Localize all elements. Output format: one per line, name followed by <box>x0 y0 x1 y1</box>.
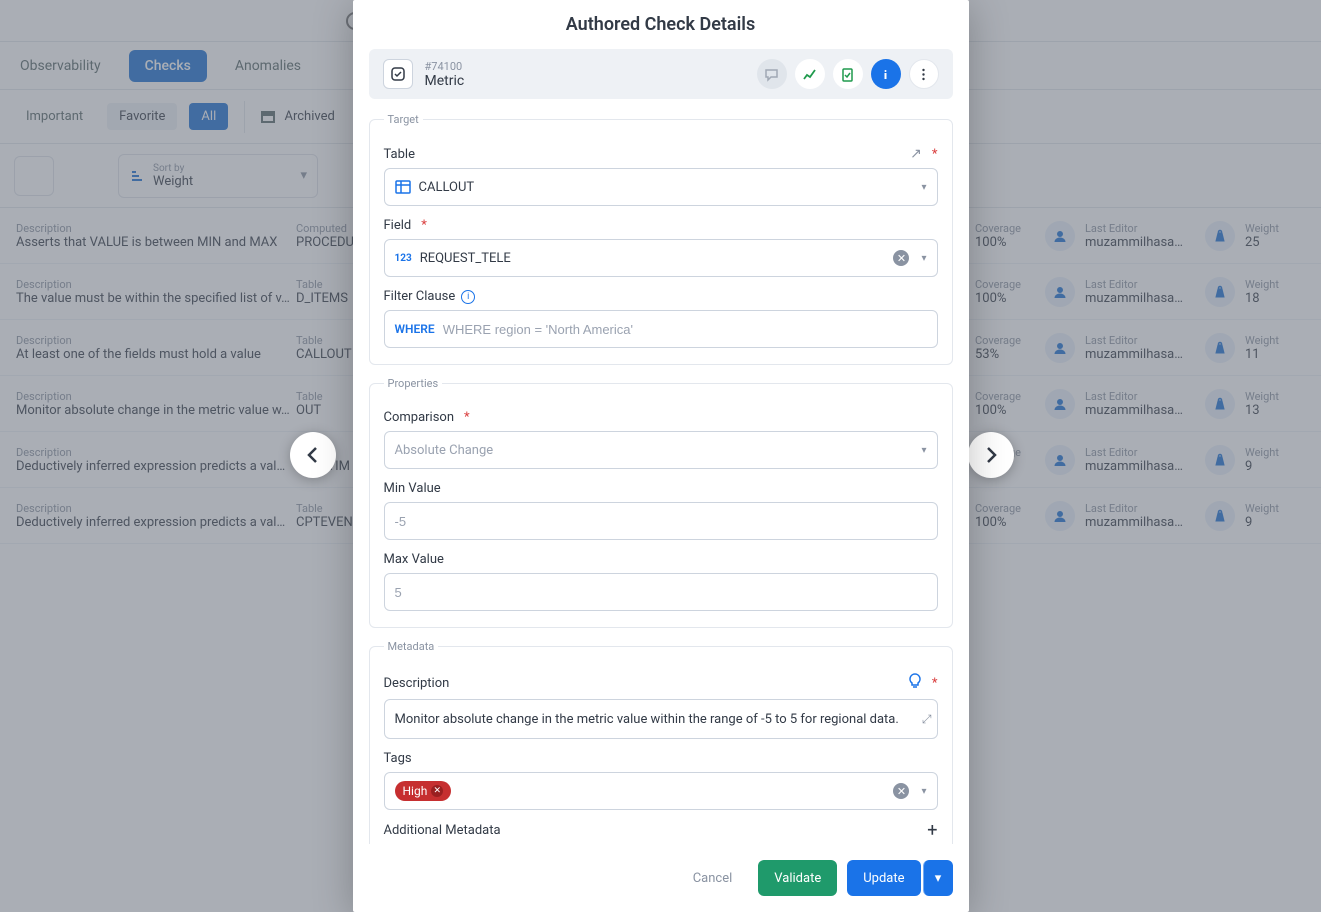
numeric-icon: 123 <box>395 253 412 264</box>
filter-label: Filter Clause i <box>384 289 938 304</box>
table-label: Table ↗ <box>384 146 938 162</box>
description-input[interactable]: Monitor absolute change in the metric va… <box>384 699 938 739</box>
add-metadata-button[interactable]: + <box>927 820 937 841</box>
cancel-button[interactable]: Cancel <box>677 860 749 896</box>
tags-label: Tags <box>384 751 938 766</box>
table-select[interactable]: CALLOUT ▾ <box>384 168 938 206</box>
check-name: Metric <box>425 73 745 89</box>
more-button[interactable] <box>909 59 939 89</box>
filter-info-icon[interactable]: i <box>461 290 475 304</box>
field-select[interactable]: 123 REQUEST_TELE ✕ ▾ <box>384 239 938 277</box>
update-button[interactable]: Update <box>847 860 920 896</box>
metadata-legend: Metadata <box>384 640 439 653</box>
suggest-icon[interactable] <box>908 673 922 693</box>
target-fieldset: Target Table ↗ CALLOUT ▾ Field 123 REQUE… <box>369 113 953 365</box>
max-value-input[interactable] <box>384 573 938 611</box>
chevron-right-icon <box>982 446 1000 464</box>
clear-field-button[interactable]: ✕ <box>893 250 909 266</box>
expand-icon[interactable]: ⤢ <box>922 712 929 727</box>
clear-tags-button[interactable]: ✕ <box>893 783 909 799</box>
properties-fieldset: Properties Comparison Absolute Change ▾ … <box>369 377 953 628</box>
min-label: Min Value <box>384 481 938 496</box>
check-id: #74100 <box>425 60 745 73</box>
next-check-button[interactable] <box>968 432 1014 478</box>
comment-icon <box>764 67 779 82</box>
update-dropdown-button[interactable]: ▾ <box>923 860 953 896</box>
table-icon <box>395 180 411 194</box>
open-table-icon[interactable]: ↗ <box>910 146 922 162</box>
properties-legend: Properties <box>384 377 443 390</box>
validate-button[interactable]: Validate <box>758 860 837 896</box>
metadata-fieldset: Metadata Description Monitor absolute ch… <box>369 640 953 844</box>
comparison-label: Comparison <box>384 410 938 425</box>
comparison-select[interactable]: Absolute Change ▾ <box>384 431 938 469</box>
target-legend: Target <box>384 113 423 126</box>
field-label: Field <box>384 218 938 233</box>
chart-button[interactable] <box>795 59 825 89</box>
additional-metadata-row: Additional Metadata + <box>384 820 938 841</box>
check-details-modal: Authored Check Details #74100 Metric Tar… <box>353 0 969 912</box>
kebab-icon <box>916 67 931 82</box>
table-value: CALLOUT <box>419 180 475 195</box>
modal-footer: Cancel Validate Update ▾ <box>353 844 969 912</box>
modal-title: Authored Check Details <box>369 0 953 45</box>
additional-label: Additional Metadata <box>384 823 501 838</box>
chart-icon <box>802 67 817 82</box>
check-header: #74100 Metric <box>369 49 953 99</box>
filter-clause-input[interactable]: WHERE <box>384 310 938 348</box>
comparison-value: Absolute Change <box>395 443 494 458</box>
max-label: Max Value <box>384 552 938 567</box>
chevron-left-icon <box>304 446 322 464</box>
description-label: Description <box>384 673 938 693</box>
clipboard-button[interactable] <box>833 59 863 89</box>
where-keyword: WHERE <box>395 322 435 336</box>
info-icon <box>878 67 893 82</box>
tags-input[interactable]: High ✕ ✕ ▾ <box>384 772 938 810</box>
clipboard-icon <box>840 67 855 82</box>
min-value-input[interactable] <box>384 502 938 540</box>
comment-button[interactable] <box>757 59 787 89</box>
tag-chip-high: High ✕ <box>395 781 452 801</box>
remove-tag-button[interactable]: ✕ <box>431 785 443 797</box>
info-button[interactable] <box>871 59 901 89</box>
prev-check-button[interactable] <box>290 432 336 478</box>
check-type-icon <box>383 59 413 89</box>
description-value: Monitor absolute change in the metric va… <box>395 712 899 727</box>
field-value: REQUEST_TELE <box>420 251 511 266</box>
